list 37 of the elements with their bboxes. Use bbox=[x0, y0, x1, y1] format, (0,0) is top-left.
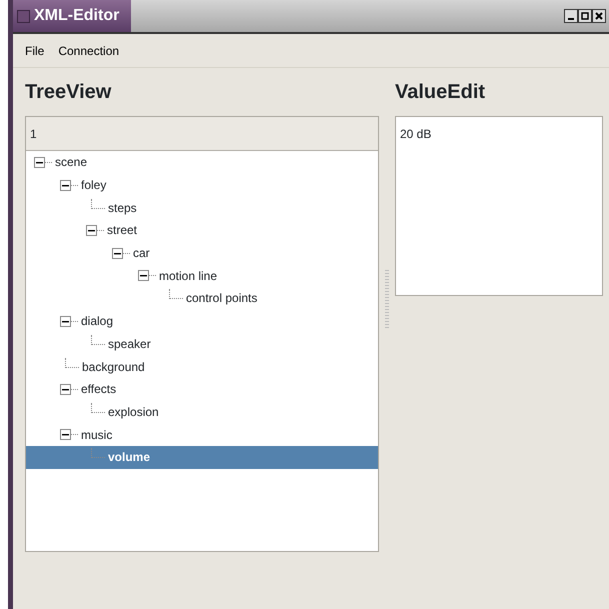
tree-item[interactable]: street bbox=[26, 219, 378, 242]
splitter-handle[interactable] bbox=[385, 270, 389, 330]
panel-heading: TreeView bbox=[25, 80, 112, 104]
tree-item[interactable]: motion line bbox=[26, 264, 378, 288]
collapse-icon[interactable] bbox=[60, 180, 71, 191]
collapse-icon[interactable] bbox=[60, 429, 71, 440]
close-button[interactable] bbox=[592, 9, 606, 23]
column-header[interactable]: 1 bbox=[26, 117, 378, 151]
window-title: XML-Editor bbox=[34, 6, 120, 26]
maximize-button[interactable] bbox=[578, 9, 592, 23]
value-editor[interactable]: 20 dB bbox=[395, 116, 603, 296]
tree-item[interactable]: effects bbox=[26, 378, 378, 401]
collapse-icon[interactable] bbox=[60, 316, 71, 327]
maximize-icon bbox=[581, 12, 589, 20]
tree-item[interactable]: volume bbox=[26, 446, 378, 469]
collapse-icon[interactable] bbox=[34, 156, 45, 168]
tree-item[interactable]: speaker bbox=[26, 332, 378, 356]
panel-heading: ValueEdit bbox=[395, 80, 486, 104]
tree-item[interactable]: explosion bbox=[26, 400, 378, 424]
tree-item[interactable]: dialog bbox=[26, 310, 378, 332]
tree-item[interactable]: car bbox=[26, 242, 378, 264]
tree-item[interactable]: scene bbox=[26, 151, 378, 174]
minimize-button[interactable] bbox=[564, 9, 578, 23]
collapse-icon[interactable] bbox=[60, 384, 71, 395]
collapse-icon[interactable] bbox=[112, 248, 123, 259]
tree-item[interactable]: control points bbox=[26, 287, 378, 310]
minimize-icon bbox=[568, 18, 574, 20]
window-menu-icon[interactable] bbox=[17, 10, 30, 22]
tree-item[interactable]: music bbox=[26, 423, 378, 446]
collapse-icon[interactable] bbox=[138, 270, 149, 282]
collapse-icon[interactable] bbox=[86, 224, 97, 236]
close-icon bbox=[595, 12, 603, 20]
menu-item[interactable]: File bbox=[25, 42, 44, 60]
tree-item[interactable]: foley bbox=[26, 174, 378, 196]
tree-item[interactable]: steps bbox=[26, 196, 378, 220]
tree-item[interactable]: background bbox=[26, 355, 378, 378]
menu-item[interactable]: Connection bbox=[58, 42, 120, 60]
